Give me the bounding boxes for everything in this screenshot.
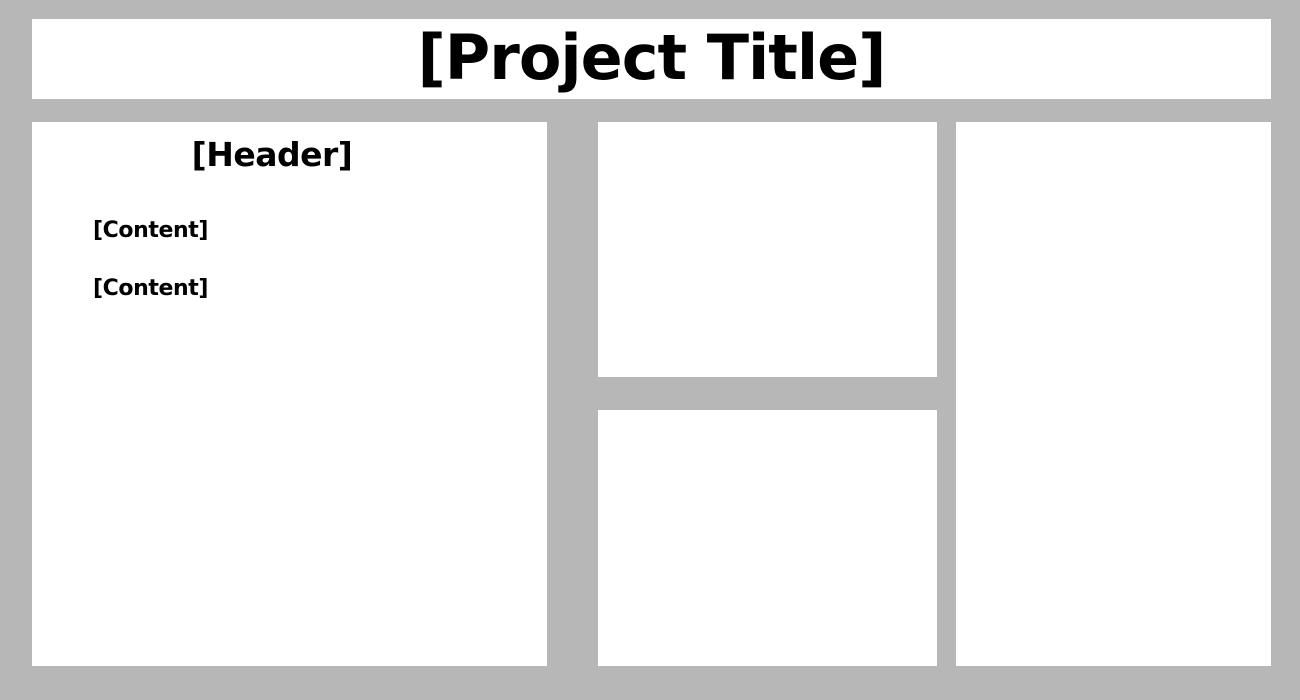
- panel-header: [Header]: [191, 135, 353, 174]
- left-content-panel: [Header] [Content] [Content]: [32, 122, 547, 666]
- content-line: [Content]: [93, 276, 209, 301]
- project-title: [Project Title]: [417, 21, 886, 94]
- middle-bottom-panel: [598, 410, 937, 666]
- title-banner: [Project Title]: [32, 19, 1271, 99]
- middle-top-panel: [598, 122, 937, 377]
- content-line: [Content]: [93, 218, 209, 243]
- right-panel: [956, 122, 1271, 666]
